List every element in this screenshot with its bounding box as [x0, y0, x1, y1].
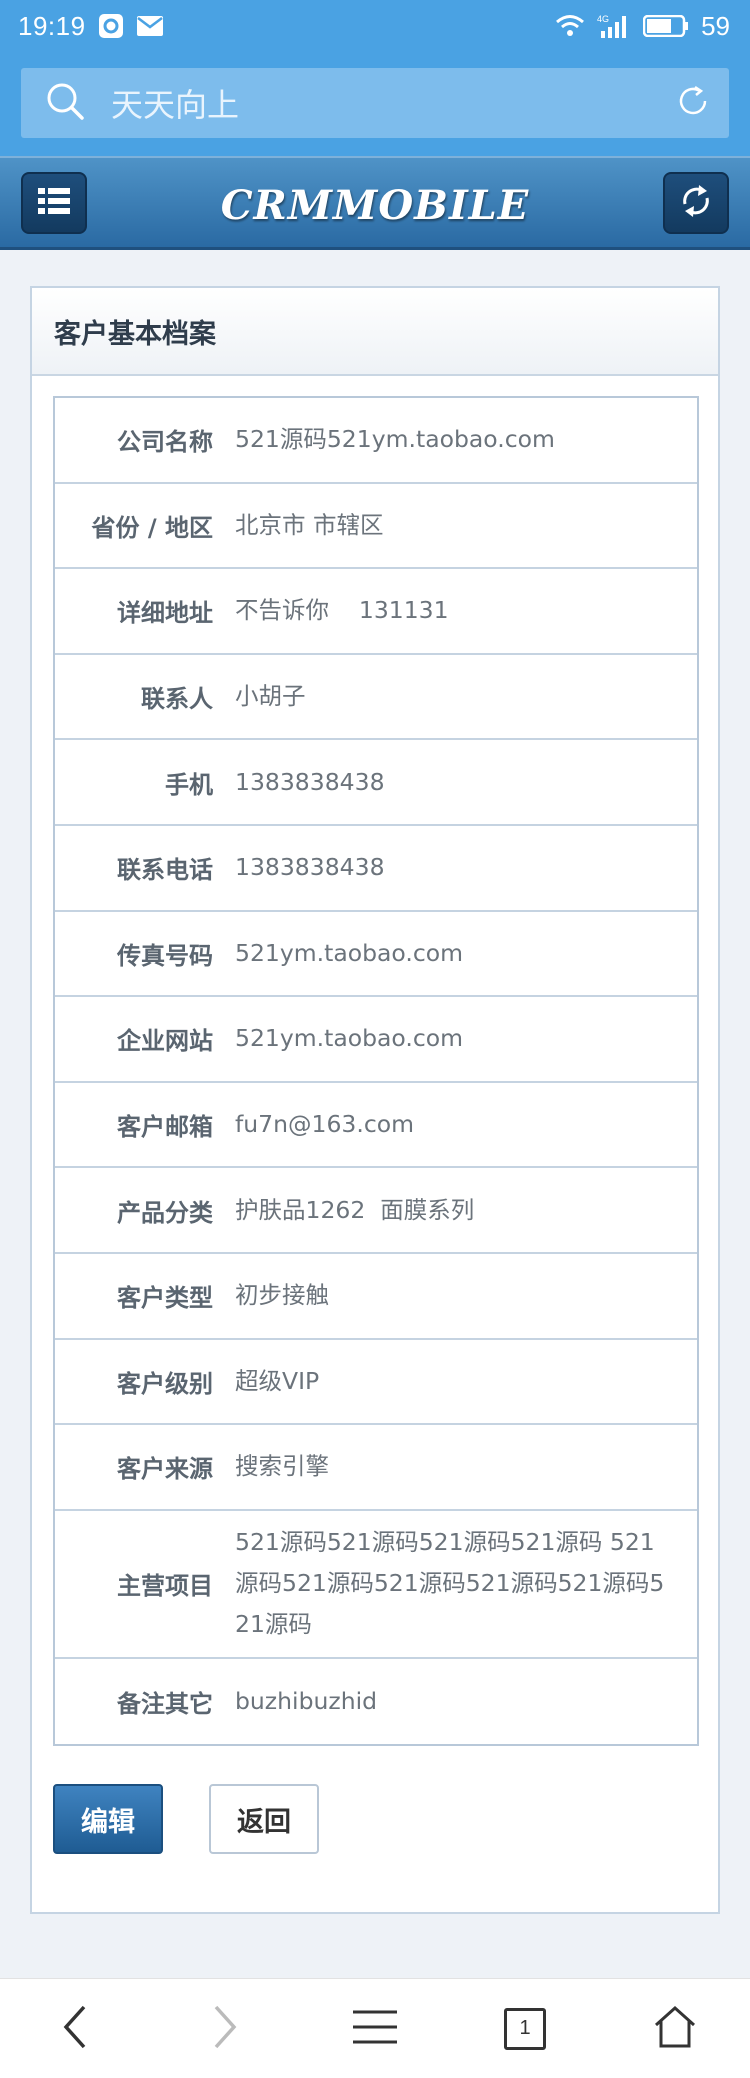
- field-label: 产品分类: [117, 1198, 213, 1227]
- signal-icon: 4G: [597, 13, 631, 39]
- field-value: 521源码521ym.taobao.com: [235, 425, 555, 454]
- field-label: 联系人: [141, 685, 213, 714]
- field-value: 北京市 市辖区: [235, 510, 384, 539]
- field-label: 客户邮箱: [117, 1113, 213, 1142]
- field-label: 传真号码: [117, 941, 213, 970]
- nav-tabs-button[interactable]: 1: [480, 1989, 570, 2069]
- table-row-fax: 传真号码 521ym.taobao.com: [55, 912, 697, 998]
- battery-icon: [643, 15, 689, 37]
- panel-header: 客户基本档案: [32, 288, 718, 376]
- edit-button[interactable]: 编辑: [53, 1784, 163, 1854]
- field-label: 主营项目: [117, 1572, 213, 1601]
- search-area: 天天向上: [0, 52, 750, 156]
- nav-menu-button[interactable]: [330, 1989, 420, 2069]
- field-value: 超级VIP: [235, 1366, 320, 1395]
- field-value: fu7n@163.com: [235, 1110, 415, 1139]
- table-row-remarks: 备注其它 buzhibuzhid: [55, 1659, 697, 1745]
- mail-icon: [136, 15, 164, 37]
- table-row-phone: 联系电话 1383838438: [55, 826, 697, 912]
- hamburger-icon: [351, 2009, 399, 2049]
- field-label: 备注其它: [117, 1690, 213, 1719]
- menu-button[interactable]: [21, 172, 87, 234]
- field-value: 1383838438: [235, 853, 385, 882]
- chevron-right-icon: [210, 2004, 240, 2054]
- panel-title: 客户基本档案: [54, 318, 216, 350]
- field-value: 小胡子: [235, 682, 306, 711]
- table-row-contact: 联系人 小胡子: [55, 655, 697, 741]
- field-value: 初步接触: [235, 1281, 329, 1310]
- status-bar: 19:19 4G 59: [0, 0, 750, 52]
- chevron-left-icon: [60, 2004, 90, 2054]
- field-value: 1383838438: [235, 767, 385, 796]
- table-row-company: 公司名称 521源码521ym.taobao.com: [55, 398, 697, 484]
- field-label: 详细地址: [117, 599, 213, 628]
- field-value: 搜索引擎: [235, 1452, 329, 1481]
- field-label: 公司名称: [117, 428, 213, 457]
- table-row-region: 省份 / 地区 北京市 市辖区: [55, 484, 697, 570]
- field-label: 客户类型: [117, 1284, 213, 1313]
- field-value: 521源码521源码521源码521源码 521源码521源码521源码521源…: [235, 1528, 665, 1639]
- app-notification-icon: [98, 13, 124, 39]
- field-label: 企业网站: [117, 1027, 213, 1056]
- field-value: 521ym.taobao.com: [235, 938, 464, 967]
- nav-home-button[interactable]: [630, 1989, 720, 2069]
- search-icon: [45, 81, 85, 125]
- field-value: 护肤品1262 面膜系列: [235, 1195, 475, 1224]
- browser-bottom-nav: 1: [0, 1978, 750, 2078]
- sync-button[interactable]: [663, 172, 729, 234]
- status-right: 4G 59: [555, 11, 730, 42]
- list-menu-icon: [38, 187, 70, 219]
- action-buttons: 编辑 返回: [53, 1784, 319, 1854]
- sync-arrows-icon: [679, 184, 713, 222]
- app-header: CRMMOBILE: [0, 156, 750, 250]
- field-value: 不告诉你 131131: [235, 596, 449, 625]
- field-value: buzhibuzhid: [235, 1687, 378, 1716]
- nav-back-button[interactable]: [30, 1989, 120, 2069]
- tabs-icon: 1: [504, 2007, 546, 2050]
- battery-level: 59: [701, 10, 730, 41]
- field-label: 客户来源: [117, 1455, 213, 1484]
- tab-count: 1: [519, 2017, 531, 2039]
- field-label: 手机: [165, 770, 213, 799]
- search-input-value: 天天向上: [111, 86, 240, 124]
- field-value: 521ym.taobao.com: [235, 1024, 464, 1053]
- table-row-mobile: 手机 1383838438: [55, 740, 697, 826]
- status-left: 19:19: [18, 11, 164, 42]
- status-time: 19:19: [18, 10, 86, 41]
- customer-info-table: 公司名称 521源码521ym.taobao.com 省份 / 地区 北京市 市…: [53, 396, 699, 1747]
- brand-logo: CRMMOBILE: [220, 181, 530, 229]
- table-row-email: 客户邮箱 fu7n@163.com: [55, 1083, 697, 1169]
- home-icon: [653, 2005, 697, 2053]
- field-label: 客户级别: [117, 1369, 213, 1398]
- table-row-customer-type: 客户类型 初步接触: [55, 1254, 697, 1340]
- table-row-website: 企业网站 521ym.taobao.com: [55, 997, 697, 1083]
- nav-forward-button[interactable]: [180, 1989, 270, 2069]
- table-row-product-category: 产品分类 护肤品1262 面膜系列: [55, 1168, 697, 1254]
- field-label: 联系电话: [117, 856, 213, 885]
- table-row-main-business: 主营项目 521源码521源码521源码521源码 521源码521源码521源…: [55, 1511, 697, 1659]
- refresh-icon[interactable]: [675, 83, 711, 123]
- table-row-address: 详细地址 不告诉你 131131: [55, 569, 697, 655]
- wifi-icon: [555, 14, 585, 38]
- field-label: 省份 / 地区: [91, 513, 213, 542]
- table-row-customer-source: 客户来源 搜索引擎: [55, 1425, 697, 1511]
- svg-text:4G: 4G: [597, 14, 609, 24]
- customer-profile-panel: 客户基本档案 公司名称 521源码521ym.taobao.com 省份 / 地…: [30, 286, 720, 1914]
- back-button[interactable]: 返回: [209, 1784, 319, 1854]
- search-input[interactable]: 天天向上: [21, 68, 729, 138]
- table-row-customer-level: 客户级别 超级VIP: [55, 1340, 697, 1426]
